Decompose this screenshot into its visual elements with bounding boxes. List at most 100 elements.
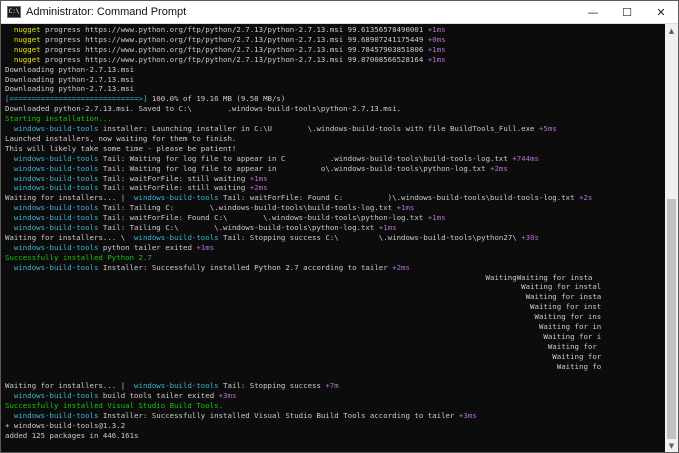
console-text: windows-build-tools: [5, 411, 99, 421]
console-text: Tail: Stopping success: [218, 381, 326, 391]
console-text: +0ms: [427, 34, 446, 44]
console-text: Downloading python-2.7.13.msi: [5, 84, 135, 94]
title-bar[interactable]: C:\ Administrator: Command Prompt — ☐ ✕: [1, 1, 678, 24]
console-text: +1ms: [427, 54, 446, 64]
console-text: Waiting for installers... |: [5, 193, 135, 203]
console-text: Tail: Stopping success C:\ \.windows-bui…: [218, 232, 522, 242]
console-line: windows-build-tools Tail: waitForFile: F…: [5, 213, 446, 223]
console-text: windows-build-tools: [5, 223, 99, 232]
console-text: Launched installers, now waiting for the…: [5, 133, 237, 143]
minimize-button[interactable]: —: [576, 1, 610, 23]
console-text: Tail: waitForFile: Found C: )\.windows-b…: [218, 193, 580, 203]
console-line: Waiting for i: [5, 332, 601, 342]
console-text: [=============================>]: [5, 94, 148, 104]
console-text: windows-build-tools: [134, 193, 219, 203]
console-line: Waiting for in: [5, 322, 601, 332]
console-text: Tail: waitForFile: still waiting: [98, 183, 250, 193]
console-text: Waiting for ins: [5, 312, 602, 322]
console-line: Waiting for ins: [5, 312, 601, 322]
console-text: Waiting for i: [5, 331, 602, 341]
console-line: windows-build-tools Tail: Waiting for lo…: [5, 164, 508, 174]
console-text: windows-build-tools: [134, 381, 219, 391]
console-line: Downloading python-2.7.13.msi: [5, 75, 134, 85]
console-text: Waiting for: [5, 351, 602, 361]
console-line: Waiting for inst: [5, 302, 601, 312]
console-text: windows-build-tools: [5, 124, 99, 133]
vertical-scrollbar[interactable]: ▲ ▼: [665, 24, 678, 452]
console-text: Installer: Successfully installed Visual…: [98, 411, 459, 421]
console-line: windows-build-tools Tail: Tailing C: \.w…: [5, 203, 415, 213]
console-line: windows-build-tools Tail: waitForFile: s…: [5, 174, 268, 184]
console-line: Downloading python-2.7.13.msi: [5, 65, 134, 75]
scroll-down-arrow-icon[interactable]: ▼: [665, 439, 678, 452]
console-line: windows-build-tools Tail: waitForFile: s…: [5, 183, 268, 193]
console-line: Waiting for insta: [5, 292, 602, 302]
console-text: 100.0% of 19.16 MB (9.58 MB/s): [147, 94, 286, 104]
console-text: windows-build-tools: [5, 213, 99, 223]
console-line: [=============================>] 100.0% …: [5, 94, 285, 104]
console-text: added 125 packages in 446.161s: [5, 430, 139, 440]
console-text: Downloaded python-2.7.13.msi. Saved to C…: [5, 104, 402, 114]
console-text: windows-build-tools: [5, 163, 99, 173]
console-text: +2ms: [249, 183, 268, 193]
console-line: windows-build-tools Tail: Tailing C:\ \.…: [5, 223, 397, 233]
console-line: added 125 packages in 446.161s: [5, 431, 139, 441]
console-text: Waiting for insta: [5, 292, 602, 302]
console-line: Waiting fo: [5, 362, 602, 372]
console-line: WaitingWaiting for insta: [5, 272, 593, 283]
console-text: progress https://www.python.org/ftp/pyth…: [40, 34, 428, 44]
console-text: nugget: [5, 44, 41, 54]
console-text: Waiting for installers... \: [5, 232, 135, 242]
console-line: Waiting for instal: [5, 282, 601, 292]
console-text: windows-build-tools: [5, 153, 99, 163]
console-text: C:\WINDOWS\system32>: [5, 451, 94, 452]
console-text: windows-build-tools: [5, 262, 99, 272]
console-text: Waiting for inst: [5, 302, 602, 312]
maximize-button[interactable]: ☐: [610, 1, 644, 23]
console-output[interactable]: nugget progress https://www.python.org/f…: [1, 24, 665, 452]
console-line: windows-build-tools build tools tailer e…: [5, 391, 237, 401]
console-text: +7m: [325, 381, 339, 391]
scrollbar-thumb[interactable]: [667, 199, 676, 439]
console-text: Tail: Waiting for log file to appear in …: [98, 163, 491, 173]
console-text: Waiting for installers... |: [5, 381, 135, 391]
console-text: +2ms: [392, 262, 410, 272]
console-line: windows-build-tools installer: Launching…: [5, 124, 557, 134]
console-text: build tools tailer exited: [98, 391, 219, 401]
cmd-app-icon: C:\: [7, 6, 21, 18]
console-text: Starting installation...: [5, 114, 112, 124]
console-text: +1ms: [396, 203, 415, 213]
console-line: nugget progress https://www.python.org/f…: [5, 25, 446, 35]
console-text: python tailer exited: [98, 242, 197, 252]
console-line: Starting installation...: [5, 114, 112, 124]
console-line: nugget progress https://www.python.org/f…: [5, 55, 446, 65]
console-line: Waiting for: [5, 352, 601, 362]
console-text: Waiting for instal: [5, 282, 602, 292]
console-text: nugget: [5, 54, 41, 64]
console-line: Launched installers, now waiting for the…: [5, 134, 236, 144]
console-text: This will likely take some time - please…: [5, 143, 237, 153]
console-text: Tail: Tailing C:\ \.windows-build-tools\…: [98, 223, 379, 232]
console-text: nugget: [5, 34, 41, 44]
console-line: This will likely take some time - please…: [5, 144, 236, 154]
console-text: windows-build-tools: [5, 173, 99, 183]
console-line: Waiting for installers... \ windows-buil…: [5, 233, 539, 243]
console-text: WaitingWaiting for insta: [5, 272, 593, 282]
window-title: Administrator: Command Prompt: [26, 6, 187, 18]
scroll-up-arrow-icon[interactable]: ▲: [665, 24, 678, 37]
console-text: progress https://www.python.org/ftp/pyth…: [40, 54, 428, 64]
console-line: Downloading python-2.7.13.msi: [5, 84, 134, 94]
console-line: Waiting for: [5, 342, 597, 352]
close-button[interactable]: ✕: [644, 1, 678, 23]
console-text: progress https://www.python.org/ftp/pyth…: [40, 44, 428, 54]
console-text: +1ms: [427, 25, 446, 34]
console-line: windows-build-tools Tail: Waiting for lo…: [5, 154, 539, 164]
console-line: + windows-build-tools@1.3.2: [5, 421, 125, 431]
console-text: +2ms: [490, 163, 508, 173]
console-text: windows-build-tools: [5, 183, 99, 193]
console-text: +1ms: [427, 44, 446, 54]
console-text: +1ms: [427, 213, 446, 223]
console-text: Successfully installed Python 2.7: [5, 252, 152, 262]
console-text: windows-build-tools: [134, 232, 219, 242]
console-text: windows-build-tools: [5, 391, 99, 401]
